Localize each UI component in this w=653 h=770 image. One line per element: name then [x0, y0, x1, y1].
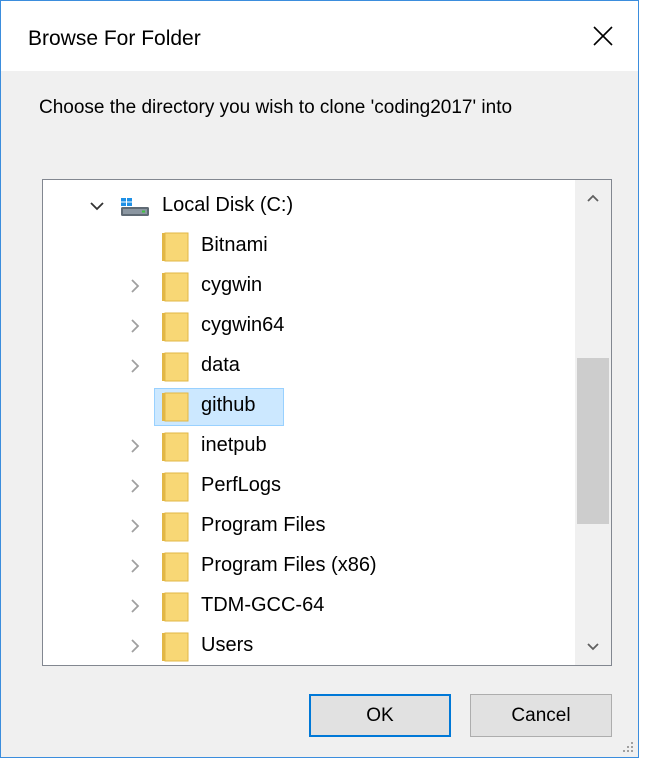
tree-item[interactable]: Users — [43, 626, 575, 665]
tree-item[interactable]: cygwin — [43, 266, 575, 306]
chevron-right-icon[interactable] — [127, 558, 143, 574]
tree-item[interactable]: PerfLogs — [43, 466, 575, 506]
tree-item-label: PerfLogs — [201, 474, 282, 496]
chevron-down-icon[interactable] — [89, 198, 105, 214]
tree-item-label: TDM-GCC-64 — [201, 594, 325, 616]
folder-icon — [162, 552, 189, 582]
tree-item-local-disk[interactable]: Local Disk (C:) — [43, 186, 575, 226]
drive-icon — [121, 198, 149, 216]
close-icon — [593, 26, 613, 46]
tree-item-label: Program Files — [201, 514, 326, 536]
chevron-right-icon[interactable] — [127, 318, 143, 334]
tree-item[interactable]: Bitnami — [43, 226, 575, 266]
tree-item[interactable]: data — [43, 346, 575, 386]
chevron-right-icon[interactable] — [127, 358, 143, 374]
folder-icon — [162, 592, 189, 622]
dialog-title: Browse For Folder — [28, 27, 201, 50]
folder-icon — [162, 312, 189, 342]
tree-item[interactable]: Program Files — [43, 506, 575, 546]
tree-item-label: github — [201, 394, 256, 416]
resize-grip-icon[interactable] — [620, 739, 634, 753]
folder-icon — [162, 512, 189, 542]
title-bar: Browse For Folder — [1, 1, 638, 71]
tree-item-label: cygwin — [201, 274, 263, 296]
dialog-prompt: Choose the directory you wish to clone '… — [39, 97, 513, 118]
chevron-right-icon[interactable] — [127, 478, 143, 494]
chevron-up-icon — [587, 194, 599, 202]
folder-icon — [162, 392, 189, 422]
scroll-thumb[interactable] — [577, 358, 609, 524]
scroll-down-button[interactable] — [575, 629, 611, 665]
chevron-right-icon[interactable] — [127, 598, 143, 614]
chevron-right-icon[interactable] — [127, 438, 143, 454]
folder-icon — [162, 472, 189, 502]
tree-item[interactable]: github — [43, 386, 575, 426]
tree-item-label: inetpub — [201, 434, 267, 456]
tree-item-label: Users — [201, 634, 254, 656]
scroll-up-button[interactable] — [575, 180, 611, 216]
cancel-button[interactable]: Cancel — [470, 694, 612, 737]
tree-item[interactable]: inetpub — [43, 426, 575, 466]
close-button[interactable] — [568, 1, 638, 71]
folder-icon — [162, 432, 189, 462]
folder-tree-view[interactable]: Local Disk (C:) Bitnami cygwin cygwin64 dat… — [42, 179, 612, 666]
chevron-down-icon — [587, 643, 599, 651]
folder-icon — [162, 272, 189, 302]
folder-tree[interactable]: Local Disk (C:) Bitnami cygwin cygwin64 dat… — [43, 180, 575, 665]
tree-item-label: data — [201, 354, 240, 376]
tree-item[interactable]: cygwin64 — [43, 306, 575, 346]
vertical-scrollbar[interactable] — [575, 180, 611, 665]
tree-item[interactable]: TDM-GCC-64 — [43, 586, 575, 626]
tree-item-label: cygwin64 — [201, 314, 285, 336]
folder-icon — [162, 352, 189, 382]
browse-for-folder-dialog: Browse For Folder Choose the directory y… — [0, 0, 639, 758]
tree-item-label: Program Files (x86) — [201, 554, 377, 576]
tree-item-label: Bitnami — [201, 234, 268, 256]
tree-item-label: Local Disk (C:) — [162, 194, 294, 216]
chevron-right-icon[interactable] — [127, 278, 143, 294]
tree-item[interactable]: Program Files (x86) — [43, 546, 575, 586]
chevron-right-icon[interactable] — [127, 638, 143, 654]
chevron-right-icon[interactable] — [127, 518, 143, 534]
ok-button[interactable]: OK — [309, 694, 451, 737]
folder-icon — [162, 232, 189, 262]
folder-icon — [162, 632, 189, 662]
